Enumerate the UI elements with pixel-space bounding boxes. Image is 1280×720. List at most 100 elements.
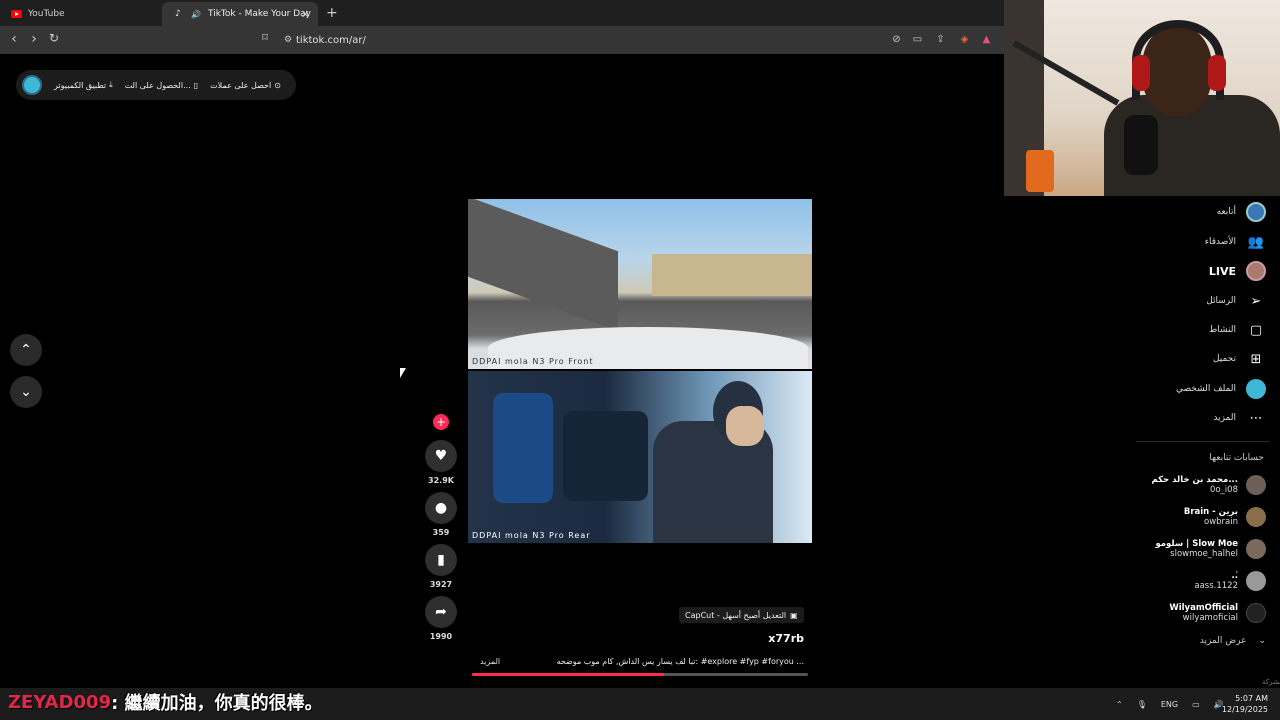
messages-icon: ➢ [1250, 293, 1262, 309]
brave-rewards-icon[interactable]: ▲ [980, 33, 993, 46]
video-progress-fill [472, 673, 664, 676]
share-arrow-icon: ➦ [435, 604, 447, 620]
share-icon[interactable]: ⇪ [934, 33, 947, 46]
coin-icon: ⊙ [274, 80, 281, 90]
sidebar-item-messages[interactable]: الرسائل ➢ [1206, 290, 1266, 312]
microphone-icon[interactable]: 🎙 [1137, 700, 1147, 709]
back-icon[interactable]: ‹ [6, 31, 22, 47]
browser-toolbar: ‹ › ↻ ⌑ ⚙ tiktok.com/ar/ ⊘ ▭ ⇪ ◈ ▲ [0, 26, 1004, 54]
sidebar-item-activity[interactable]: النشاط ▢ [1209, 319, 1266, 341]
avatar [1246, 539, 1266, 559]
video-description: تبا لف يسار يس الداش, كام موب موضحه: #ex… [556, 657, 804, 666]
subtitle-user: ZEYAD009 [8, 691, 112, 713]
followed-account[interactable]: ..ٰ aass.1122 [1194, 569, 1266, 593]
address-bar[interactable]: ⚙ tiktok.com/ar/ [258, 30, 998, 50]
avatar [1246, 571, 1266, 591]
reader-mode-icon[interactable]: ⊘ [890, 33, 903, 46]
bookmark-icon: ▮ [437, 552, 445, 568]
followed-account[interactable]: سلومو | Slow Moe slowmoe_halhel [1155, 537, 1266, 561]
new-tab-button[interactable]: + [326, 5, 338, 21]
system-tray: ⌃ 🎙 ENG ▭ 🔊 [1116, 688, 1224, 720]
phone-icon: ▯ [193, 80, 199, 90]
reload-icon[interactable]: ↻ [46, 31, 62, 45]
sidebar-item-upload[interactable]: تحميل ⊞ [1213, 348, 1266, 370]
screen: { "browser": { "tabs": [ {"label": "YouT… [0, 0, 1280, 720]
previous-video-button[interactable]: ⌃ [10, 334, 42, 366]
more-icon: ⋯ [1249, 410, 1263, 426]
sidebar-item-more[interactable]: المزيد ⋯ [1213, 407, 1266, 429]
capcut-icon: ▣ [790, 610, 798, 620]
network-icon[interactable]: ▭ [1192, 700, 1200, 709]
avatar [1246, 603, 1266, 623]
tiktok-icon: ♪ [175, 9, 181, 19]
sidebar-item-live[interactable]: LIVE [1209, 260, 1266, 282]
comment-icon: ● [434, 500, 448, 516]
browser-tab-bar: YouTube ♪ 🔊 TikTok - Make Your Day ✕ + [0, 0, 1004, 26]
comment-button[interactable]: ● [425, 492, 457, 524]
followed-account[interactable]: Brain - برين owbrain [1184, 505, 1266, 529]
avatar [1246, 507, 1266, 527]
share-button[interactable]: ➦ [425, 596, 457, 628]
streamer-webcam-overlay [1004, 0, 1280, 196]
upload-icon: ⊞ [1250, 351, 1262, 367]
sidebar-item-profile[interactable]: الملف الشخصي [1176, 378, 1266, 400]
comment-count: 359 [432, 528, 450, 537]
dashcam-rear-view: DDPAI mola N3 Pro Rear [468, 371, 812, 543]
video-player[interactable]: DDPAI mola N3 Pro Front DDPAI mola N3 Pr… [468, 199, 812, 543]
sidebar-divider [1136, 441, 1270, 442]
dashcam-front-view: DDPAI mola N3 Pro Front [468, 199, 812, 369]
tray-chevron-icon[interactable]: ⌃ [1116, 700, 1123, 709]
chevron-down-icon: ⌄ [1258, 636, 1266, 646]
share-count: 1990 [429, 632, 453, 641]
chevron-down-icon: ⌄ [20, 384, 32, 400]
pc-app-link[interactable]: تطبيق الكمبيوتر ⤓ [54, 80, 113, 90]
followed-account[interactable]: WilyamOfficial wilyamoficial [1169, 601, 1266, 625]
avatar [1246, 475, 1266, 495]
download-icon: ⤓ [109, 80, 113, 89]
save-button[interactable]: ▮ [425, 544, 457, 576]
tiktok-logo[interactable] [22, 75, 42, 95]
followed-account[interactable]: محمد بن خالد حكم... 0o_i08 [1151, 473, 1266, 497]
close-tab-icon[interactable]: ✕ [301, 8, 310, 21]
site-info-icon[interactable]: ⚙ [284, 35, 292, 45]
tab-label: YouTube [28, 9, 65, 19]
stream-chat-subtitle: ZEYAD009 : 繼續加油，你真的很棒。 [8, 688, 323, 716]
capcut-tag[interactable]: CapCut - التعديل أصبح أسهل ▣ [679, 607, 804, 623]
save-count: 3927 [429, 580, 453, 589]
cast-icon[interactable]: ▭ [911, 33, 924, 46]
chevron-up-icon: ⌃ [20, 342, 32, 358]
like-button[interactable]: ♥ [425, 440, 457, 472]
language-indicator[interactable]: ENG [1161, 700, 1178, 709]
tab-label: TikTok - Make Your Day [208, 9, 312, 19]
video-author[interactable]: x77rb [768, 632, 804, 645]
taskbar-clock[interactable]: 5:07 AM 12/19/2025 [1222, 693, 1268, 715]
see-more-button[interactable]: عرض المزيد ⌄ [1200, 636, 1266, 646]
follow-plus-button[interactable]: + [433, 414, 449, 430]
forward-icon[interactable]: › [26, 31, 42, 47]
footer-company-link[interactable]: الشركة [1262, 678, 1280, 686]
more-link[interactable]: المزيد [480, 657, 500, 666]
tab-youtube[interactable]: YouTube [0, 2, 160, 26]
front-cam-label: DDPAI mola N3 Pro Front [472, 357, 594, 366]
next-video-button[interactable]: ⌄ [10, 376, 42, 408]
brave-shields-icon[interactable]: ◈ [958, 33, 971, 46]
tiktok-header-pill: تطبيق الكمبيوتر ⤓ الحصول على الت... ▯ احصل… [16, 70, 296, 100]
heart-icon: ♥ [434, 448, 448, 464]
profile-icon [1246, 379, 1266, 399]
tab-tiktok[interactable]: ♪ 🔊 TikTok - Make Your Day ✕ [162, 2, 318, 26]
sidebar-item-following[interactable]: أتابعه [1217, 201, 1266, 223]
video-progress-bar[interactable] [472, 673, 808, 676]
live-avatar-icon [1246, 261, 1266, 281]
get-coins-link[interactable]: احصل على عملات ⊙ [210, 81, 281, 90]
following-avatar-icon [1246, 202, 1266, 222]
activity-icon: ▢ [1249, 322, 1263, 338]
mouse-cursor [400, 368, 406, 378]
followed-accounts-title: حسابات تتابعها [1209, 453, 1264, 463]
url-text: tiktok.com/ar/ [296, 34, 366, 46]
speaker-icon[interactable]: 🔊 [190, 8, 202, 20]
get-app-link[interactable]: الحصول على الت... ▯ [125, 81, 198, 90]
rear-cam-label: DDPAI mola N3 Pro Rear [472, 531, 591, 540]
sidebar-item-friends[interactable]: الأصدقاء 👥 [1205, 231, 1266, 253]
friends-icon: 👥 [1247, 234, 1265, 250]
subtitle-message: : 繼續加油，你真的很棒。 [111, 693, 323, 714]
